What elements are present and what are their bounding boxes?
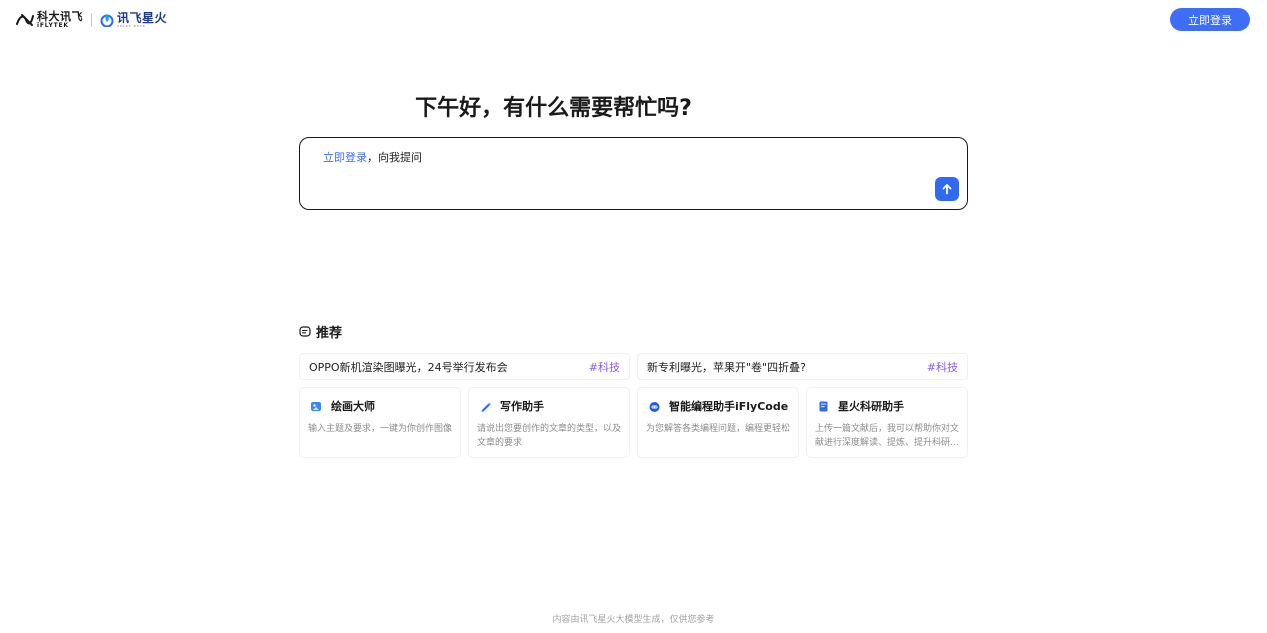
news-text: OPPO新机渲染图曝光，24号举行发布会 [309, 360, 508, 374]
iflytek-mark-icon [16, 14, 34, 26]
input-prompt-suffix: ，向我提问 [367, 151, 422, 164]
recommend-heading: 推荐 [299, 322, 342, 341]
arrow-up-icon [942, 184, 952, 195]
input-placeholder: 立即登录，向我提问 [323, 149, 422, 165]
chat-input-box[interactable]: 立即登录，向我提问 [299, 137, 968, 210]
tool-title: 写作助手 [500, 400, 544, 413]
logo-cn-text: 科大讯飞 [37, 10, 83, 23]
news-item[interactable]: 新专利曝光，苹果开"卷"四折叠? #科技 [637, 353, 968, 380]
tool-desc: 上传一篇文献后，我可以帮助你对文献进行深度解读、提炼、提升科研... [815, 424, 959, 448]
brand-logos[interactable]: 科大讯飞 iFLYTEK 讯飞星火 SPARK DESK [16, 10, 167, 30]
robot-icon [646, 398, 662, 414]
spark-flame-icon [100, 14, 114, 27]
login-button[interactable]: 立即登录 [1170, 8, 1250, 31]
greeting-title: 下午好，有什么需要帮忙吗? [415, 96, 692, 121]
tool-title: 绘画大师 [331, 400, 375, 413]
iflytek-logo: 科大讯飞 iFLYTEK [16, 11, 83, 29]
tool-desc: 为您解答各类编程问题，编程更轻松 [646, 424, 790, 434]
footer-disclaimer: 内容由讯飞星火大模型生成，仅供您参考 [552, 615, 715, 625]
tool-cards: 绘画大师 输入主题及要求，一键为你创作图像 写作助手 请说出您要创作的文章的类型… [299, 387, 968, 458]
news-tag: #科技 [588, 360, 620, 374]
tool-card-writing[interactable]: 写作助手 请说出您要创作的文章的类型，以及文章的要求 [468, 387, 630, 458]
recommend-icon [299, 325, 311, 338]
tool-title: 星火科研助手 [838, 400, 904, 413]
spark-cn-text: 讯飞星火 [117, 11, 168, 25]
news-item[interactable]: OPPO新机渲染图曝光，24号举行发布会 #科技 [299, 353, 630, 380]
tool-card-painting[interactable]: 绘画大师 输入主题及要求，一键为你创作图像 [299, 387, 461, 458]
tool-card-research[interactable]: 星火科研助手 上传一篇文献后，我可以帮助你对文献进行深度解读、提炼、提升科研..… [806, 387, 968, 458]
tool-card-coding[interactable]: 智能编程助手iFlyCode 为您解答各类编程问题，编程更轻松 [637, 387, 799, 458]
tool-desc: 输入主题及要求，一键为你创作图像 [308, 424, 452, 434]
spark-en-text: SPARK DESK [117, 24, 146, 28]
news-text: 新专利曝光，苹果开"卷"四折叠? [647, 360, 806, 374]
send-button[interactable] [935, 177, 959, 201]
logo-en-text: iFLYTEK [37, 22, 69, 29]
top-header: 科大讯飞 iFLYTEK 讯飞星火 SPARK DESK 立即登录 [0, 0, 1267, 40]
tool-title: 智能编程助手iFlyCode [669, 400, 789, 413]
pen-icon [477, 398, 493, 414]
book-icon [815, 398, 831, 414]
logo-divider [91, 13, 92, 27]
spark-logo: 讯飞星火 SPARK DESK [100, 12, 167, 28]
news-tag: #科技 [926, 360, 958, 374]
inline-login-link[interactable]: 立即登录 [323, 151, 367, 164]
news-list: OPPO新机渲染图曝光，24号举行发布会 #科技 新专利曝光，苹果开"卷"四折叠… [299, 353, 968, 380]
paint-icon [308, 398, 324, 414]
recommend-title: 推荐 [316, 326, 343, 341]
tool-desc: 请说出您要创作的文章的类型，以及文章的要求 [477, 424, 621, 448]
